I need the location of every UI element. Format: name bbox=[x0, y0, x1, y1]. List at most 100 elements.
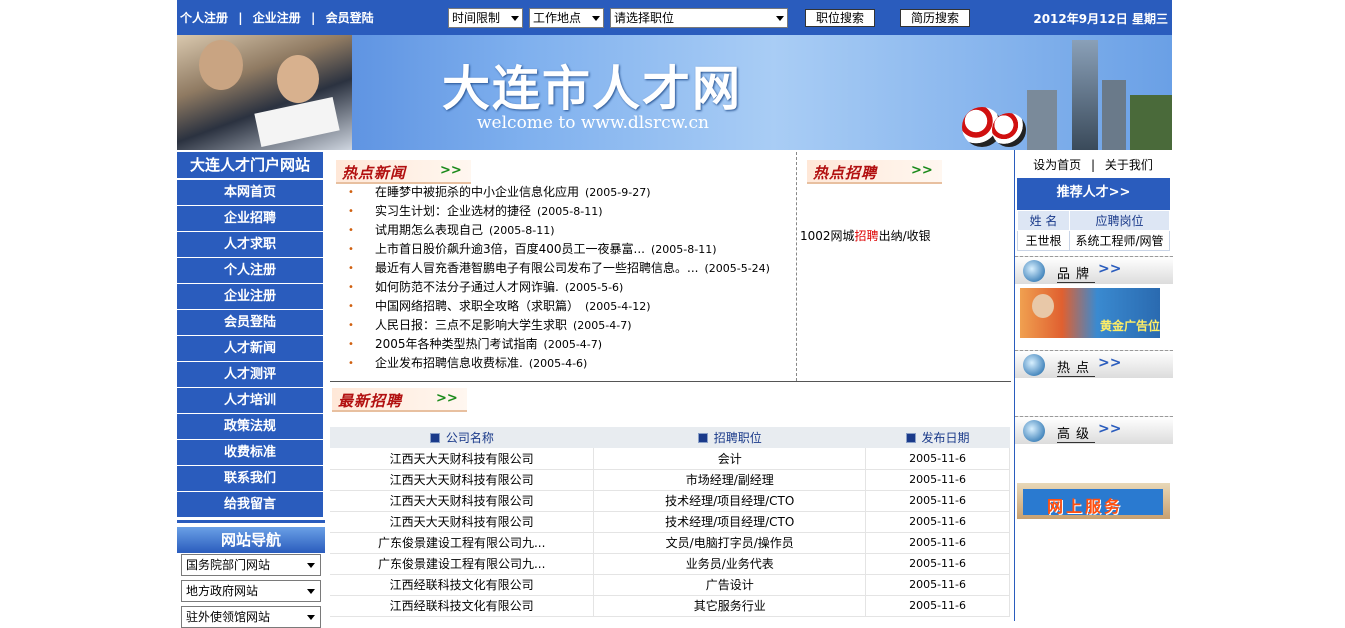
menu-item-company-register[interactable]: 企业注册 bbox=[177, 284, 323, 310]
arrow-right-icon[interactable]: >> bbox=[436, 391, 458, 406]
arrow-right-icon[interactable]: >> bbox=[911, 163, 933, 178]
position-cell[interactable]: 市场经理/副经理 bbox=[593, 469, 867, 491]
company-cell[interactable]: 江西经联科技文化有限公司 bbox=[330, 574, 595, 596]
menu-item-assessment[interactable]: 人才测评 bbox=[177, 362, 323, 388]
online-service-banner[interactable]: 网上服务 bbox=[1017, 483, 1170, 519]
news-title[interactable]: 企业发布招聘信息收费标准. bbox=[375, 356, 523, 370]
recommend-talent-header[interactable]: 推荐人才>> bbox=[1017, 178, 1170, 210]
job-search-button[interactable]: 职位搜索 bbox=[805, 9, 875, 27]
company-cell[interactable]: 广东俊景建设工程有限公司九... bbox=[330, 532, 595, 554]
list-item[interactable]: • 最近有人冒充香港智鹏电子有限公司发布了一些招聘信息。... (2005-5-24… bbox=[330, 259, 790, 278]
menu-item-company-jobs[interactable]: 企业招聘 bbox=[177, 206, 323, 232]
menu-item-contact[interactable]: 联系我们 bbox=[177, 466, 323, 492]
bullet-icon: • bbox=[348, 206, 354, 217]
recommend-talent-table: 姓 名 应聘岗位 王世根 系统工程师/网管 bbox=[1017, 210, 1170, 251]
table-row[interactable]: 江西天大天财科技有限公司 技术经理/项目经理/CTO 2005-11-6 bbox=[330, 490, 1010, 512]
banner-people-image bbox=[177, 35, 352, 150]
bullet-icon: • bbox=[348, 358, 354, 369]
company-register-link[interactable]: 企业注册 bbox=[253, 11, 301, 25]
menu-item-news[interactable]: 人才新闻 bbox=[177, 336, 323, 362]
latest-jobs-header: 最新招聘 >> bbox=[332, 388, 467, 412]
arrow-right-icon: >> bbox=[1098, 261, 1122, 277]
nav-select-local-gov[interactable]: 地方政府网站 bbox=[181, 580, 321, 602]
list-item[interactable]: • 2005年各种类型热门考试指南 (2005-4-7) bbox=[330, 335, 790, 354]
arrow-right-icon[interactable]: >> bbox=[440, 163, 462, 178]
menu-item-policy[interactable]: 政策法规 bbox=[177, 414, 323, 440]
about-us-link[interactable]: 关于我们 bbox=[1105, 158, 1153, 172]
position-cell[interactable]: 文员/电脑打字员/操作员 bbox=[593, 532, 867, 554]
menu-item-job-seeking[interactable]: 人才求职 bbox=[177, 232, 323, 258]
company-cell[interactable]: 广东俊景建设工程有限公司九... bbox=[330, 553, 595, 575]
nav-select-state-council[interactable]: 国务院部门网站 bbox=[181, 554, 321, 576]
resume-search-button[interactable]: 简历搜索 bbox=[900, 9, 970, 27]
member-login-link[interactable]: 会员登陆 bbox=[326, 11, 374, 25]
list-item[interactable]: • 实习生计划：企业选材的捷径 (2005-8-11) bbox=[330, 202, 790, 221]
talent-name[interactable]: 王世根 bbox=[1017, 230, 1070, 251]
news-date: (2005-5-6) bbox=[564, 281, 624, 294]
company-cell[interactable]: 江西天大天财科技有限公司 bbox=[330, 469, 595, 491]
list-item[interactable]: • 在睡梦中被扼杀的中小企业信息化应用 (2005-9-27) bbox=[330, 183, 790, 202]
table-row[interactable]: 江西经联科技文化有限公司 广告设计 2005-11-6 bbox=[330, 574, 1010, 596]
personal-register-link[interactable]: 个人注册 bbox=[180, 11, 228, 25]
news-title[interactable]: 上市首日股价飙升逾3倍，百度400员工一夜暴富... bbox=[375, 242, 645, 256]
hot-job-entry[interactable]: 1002网城招聘出纳/收银 bbox=[800, 227, 931, 244]
senior-section-header[interactable]: 高级 >> bbox=[1015, 416, 1173, 444]
position-cell[interactable]: 技术经理/项目经理/CTO bbox=[593, 490, 867, 512]
list-item[interactable]: • 试用期怎么表现自己 (2005-8-11) bbox=[330, 221, 790, 240]
company-cell[interactable]: 江西天大天财科技有限公司 bbox=[330, 448, 595, 470]
news-title[interactable]: 最近有人冒充香港智鹏电子有限公司发布了一些招聘信息。... bbox=[375, 261, 698, 275]
main-menu: 本网首页 企业招聘 人才求职 个人注册 企业注册 会员登陆 人才新闻 人才测评 … bbox=[177, 180, 323, 518]
time-limit-select[interactable]: 时间限制 bbox=[448, 8, 523, 28]
talent-position[interactable]: 系统工程师/网管 bbox=[1069, 230, 1170, 251]
chevron-down-icon bbox=[776, 16, 784, 21]
table-row[interactable]: 广东俊景建设工程有限公司九... 文员/电脑打字员/操作员 2005-11-6 bbox=[330, 532, 1010, 554]
position-select[interactable]: 请选择职位 bbox=[610, 8, 788, 28]
menu-item-home[interactable]: 本网首页 bbox=[177, 180, 323, 206]
position-cell[interactable]: 会计 bbox=[593, 448, 867, 470]
company-cell[interactable]: 江西天大天财科技有限公司 bbox=[330, 511, 595, 533]
list-item[interactable]: • 如何防范不法分子通过人才网诈骗. (2005-5-6) bbox=[330, 278, 790, 297]
building-icon bbox=[1027, 90, 1057, 150]
table-row[interactable]: 广东俊景建设工程有限公司九... 业务员/业务代表 2005-11-6 bbox=[330, 553, 1010, 575]
news-title[interactable]: 试用期怎么表现自己 bbox=[375, 223, 483, 237]
company-cell[interactable]: 江西经联科技文化有限公司 bbox=[330, 595, 595, 617]
position-cell[interactable]: 技术经理/项目经理/CTO bbox=[593, 511, 867, 533]
menu-item-fees[interactable]: 收费标准 bbox=[177, 440, 323, 466]
date-cell: 2005-11-6 bbox=[865, 490, 1010, 512]
list-item[interactable]: • 中国网络招聘、求职全攻略（求职篇） (2005-4-12) bbox=[330, 297, 790, 316]
company-cell[interactable]: 江西天大天财科技有限公司 bbox=[330, 490, 595, 512]
menu-item-personal-register[interactable]: 个人注册 bbox=[177, 258, 323, 284]
nav-select-embassy[interactable]: 驻外使领馆网站 bbox=[181, 606, 321, 628]
table-row[interactable]: 江西天大天财科技有限公司 市场经理/副经理 2005-11-6 bbox=[330, 469, 1010, 491]
position-cell[interactable]: 广告设计 bbox=[593, 574, 867, 596]
set-homepage-link[interactable]: 设为首页 bbox=[1033, 158, 1081, 172]
news-date: (2005-5-24) bbox=[704, 262, 770, 275]
news-title[interactable]: 如何防范不法分子通过人才网诈骗. bbox=[375, 280, 559, 294]
list-item[interactable]: • 人民日报：三点不足影响大学生求职 (2005-4-7) bbox=[330, 316, 790, 335]
news-title[interactable]: 2005年各种类型热门考试指南 bbox=[375, 337, 538, 351]
gold-ad-banner[interactable]: 黄金广告位 bbox=[1020, 288, 1160, 338]
hot-job-company: 1002网城 bbox=[800, 229, 855, 243]
news-title[interactable]: 人民日报：三点不足影响大学生求职 bbox=[375, 318, 567, 332]
chevron-down-icon bbox=[307, 615, 315, 620]
work-location-select[interactable]: 工作地点 bbox=[529, 8, 604, 28]
position-cell[interactable]: 业务员/业务代表 bbox=[593, 553, 867, 575]
latest-jobs-title: 最新招聘 bbox=[338, 392, 403, 410]
list-item[interactable]: • 企业发布招聘信息收费标准. (2005-4-6) bbox=[330, 354, 790, 373]
table-row[interactable]: 王世根 系统工程师/网管 bbox=[1017, 230, 1170, 251]
site-banner: 大连市人才网 welcome to www.dlsrcw.cn bbox=[177, 35, 1172, 150]
list-item[interactable]: • 上市首日股价飙升逾3倍，百度400员工一夜暴富... (2005-8-11) bbox=[330, 240, 790, 259]
table-row[interactable]: 江西经联科技文化有限公司 其它服务行业 2005-11-6 bbox=[330, 595, 1010, 617]
person-icon bbox=[1032, 294, 1054, 318]
news-title[interactable]: 中国网络招聘、求职全攻略（求职篇） bbox=[375, 299, 579, 313]
hot-section-header[interactable]: 热点 >> bbox=[1015, 350, 1173, 378]
table-row[interactable]: 江西天大天财科技有限公司 会计 2005-11-6 bbox=[330, 448, 1010, 470]
menu-item-message[interactable]: 给我留言 bbox=[177, 492, 323, 518]
news-title[interactable]: 在睡梦中被扼杀的中小企业信息化应用 bbox=[375, 185, 579, 199]
menu-item-training[interactable]: 人才培训 bbox=[177, 388, 323, 414]
table-row[interactable]: 江西天大天财科技有限公司 技术经理/项目经理/CTO 2005-11-6 bbox=[330, 511, 1010, 533]
position-cell[interactable]: 其它服务行业 bbox=[593, 595, 867, 617]
brand-section-header[interactable]: 品牌 >> bbox=[1015, 256, 1173, 284]
news-title[interactable]: 实习生计划：企业选材的捷径 bbox=[375, 204, 531, 218]
menu-item-member-login[interactable]: 会员登陆 bbox=[177, 310, 323, 336]
